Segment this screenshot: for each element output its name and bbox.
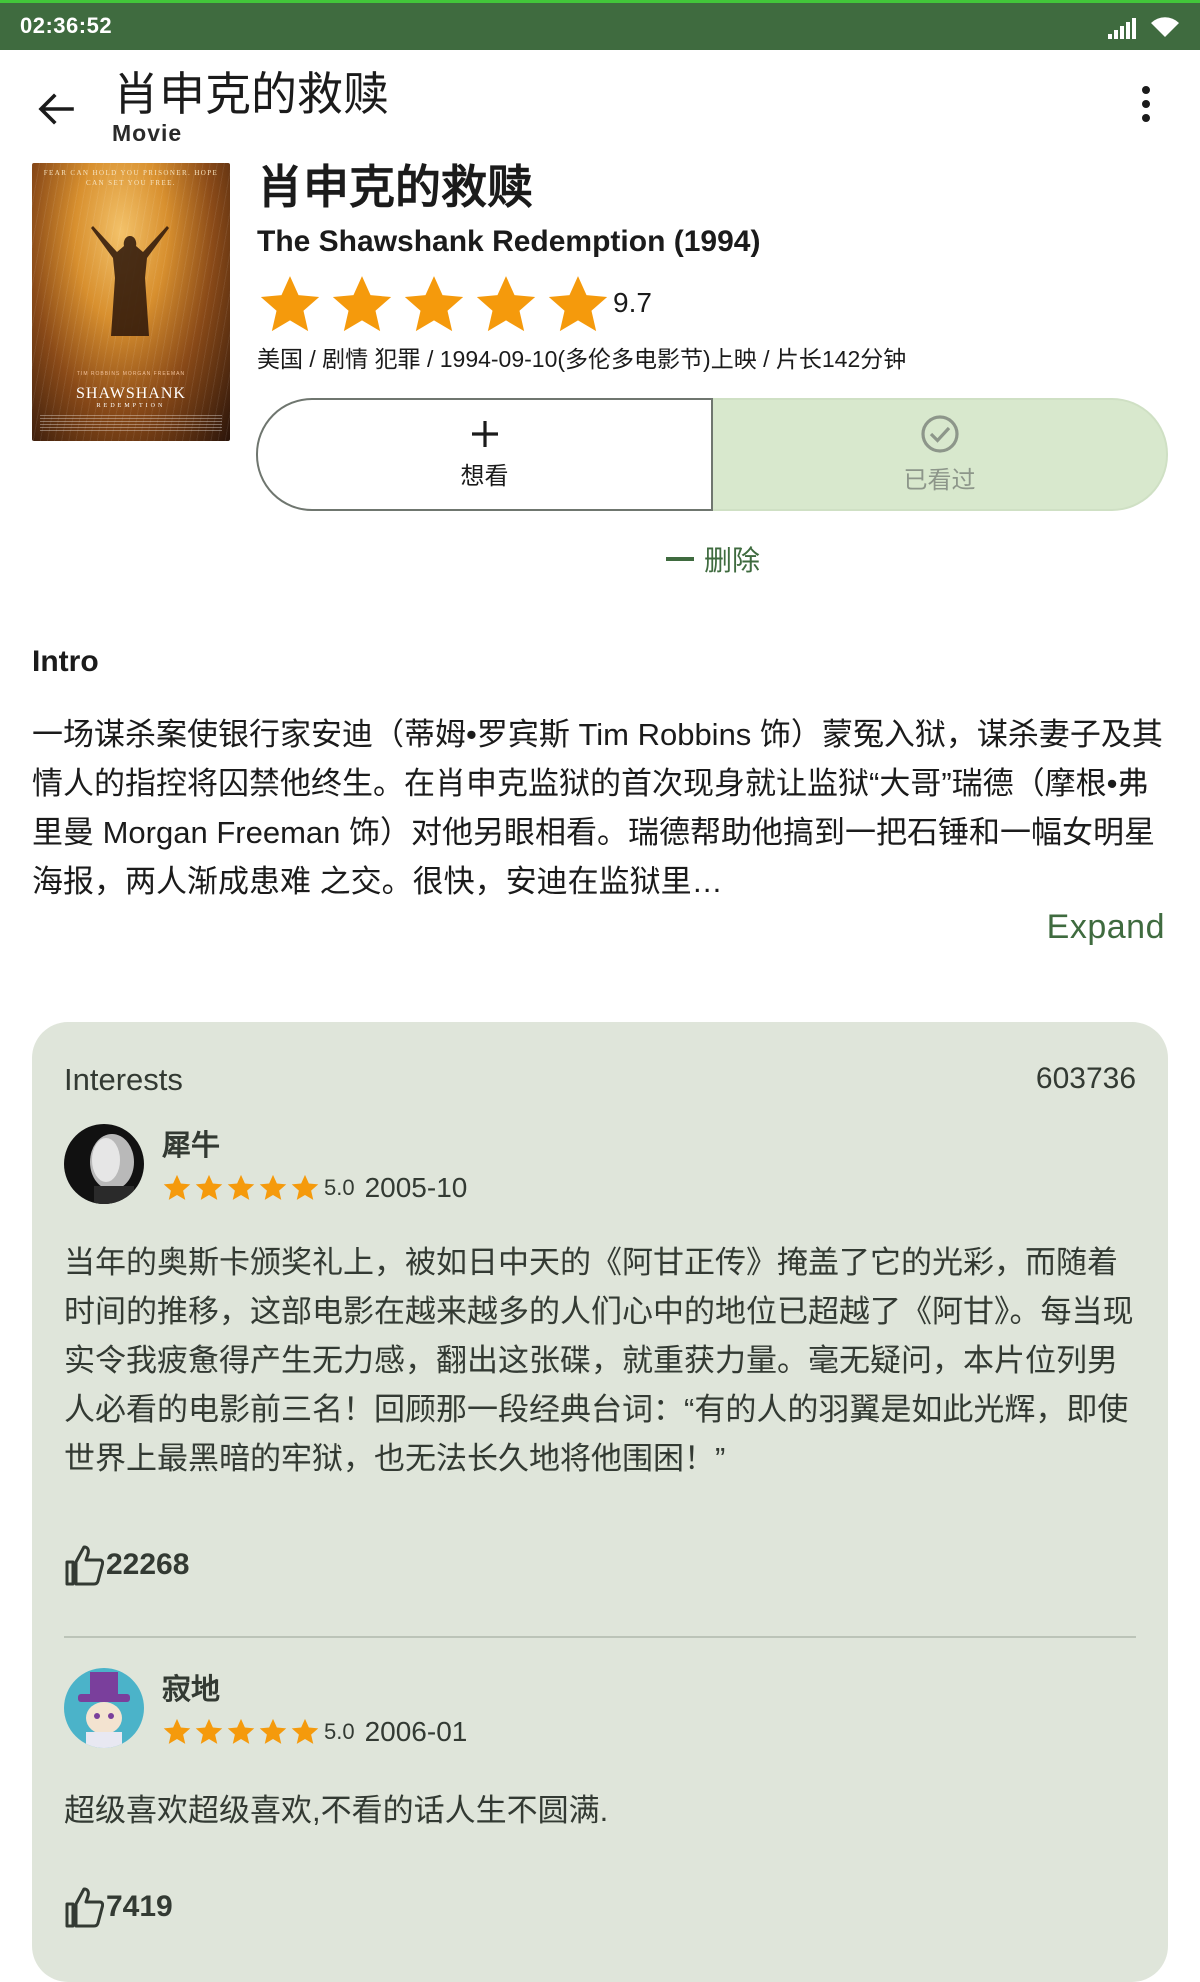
intro-text: 一场谋杀案使银行家安迪（蒂姆•罗宾斯 Tim Robbins 饰）蒙冤入狱，谋杀…: [32, 717, 1163, 899]
like-count: 7419: [106, 1890, 173, 1923]
interests-count: 603736: [1035, 1062, 1136, 1095]
review-divider: [64, 1636, 1136, 1638]
poster-tagline: FEAR CAN HOLD YOU PRISONER. HOPE CAN SET…: [43, 169, 219, 187]
more-options-button[interactable]: [1122, 80, 1170, 128]
review-meta: 5.0 2005-10: [162, 1172, 467, 1204]
reviewer-name: 寂地: [162, 1674, 221, 1706]
star-icon: [259, 1718, 287, 1744]
rating-row: 9.7: [257, 273, 1177, 337]
review-score: 5.0: [324, 1719, 355, 1744]
intro-heading: Intro: [32, 645, 99, 678]
page-title: 肖申克的救赎: [113, 68, 389, 120]
expand-button[interactable]: Expand: [1047, 908, 1165, 947]
avatar[interactable]: [64, 1668, 144, 1748]
review-text: 超级喜欢超级喜欢,不看的话人生不圆满.: [64, 1793, 609, 1828]
star-icon: [291, 1174, 319, 1200]
review-score: 5.0: [324, 1175, 355, 1200]
interests-card: Interests 603736 犀牛 5.0 2005-10 当年的奥斯卡颁奖…: [32, 1022, 1168, 1982]
movie-title-cn: 肖申克的救赎: [257, 161, 533, 213]
arrow-back-icon: [38, 93, 74, 125]
system-icons: [1108, 15, 1180, 39]
star-icon: [195, 1174, 223, 1200]
star-icon: [227, 1174, 255, 1200]
review-date: 2005-10: [364, 1172, 468, 1203]
poster-billing-block: [40, 415, 222, 431]
avatar-image: [64, 1124, 144, 1204]
poster-title: SHAWSHANK: [76, 385, 186, 402]
rating-value: 9.7: [613, 287, 652, 318]
like-count: 22268: [106, 1548, 190, 1581]
check-circle-icon: [920, 415, 959, 453]
status-time: 02:36:52: [20, 13, 113, 38]
plus-icon: [471, 421, 498, 447]
poster-figure: [91, 226, 169, 336]
thumb-up-icon: [65, 1887, 104, 1928]
star-icon: [291, 1718, 319, 1744]
star-icon: [163, 1174, 191, 1200]
like-button[interactable]: 7419: [64, 1886, 173, 1928]
review-date: 2006-01: [364, 1716, 468, 1747]
like-button[interactable]: 22268: [64, 1544, 189, 1586]
watched-label: 已看过: [903, 467, 976, 494]
star-icon: [476, 276, 536, 332]
movie-meta: 美国 / 剧情 犯罪 / 1994-09-10(多伦多电影节)上映 / 片长14…: [257, 346, 907, 372]
movie-info: 肖申克的救赎 The Shawshank Redemption (1994) 9…: [257, 155, 1177, 375]
reviewer-name: 犀牛: [162, 1130, 221, 1162]
page-subtitle: Movie: [112, 120, 183, 146]
want-to-watch-label: 想看: [460, 463, 509, 490]
star-icon: [163, 1718, 191, 1744]
star-icon: [332, 276, 392, 332]
minus-icon: [666, 557, 694, 561]
want-to-watch-button[interactable]: 想看: [256, 398, 713, 511]
star-icon: [259, 1174, 287, 1200]
poster-credits: TIM ROBBINS MORGAN FREEMAN: [76, 371, 186, 377]
avatar[interactable]: [64, 1124, 144, 1204]
wifi-icon: [1151, 17, 1179, 37]
movie-title-en: The Shawshank Redemption (1994): [257, 225, 761, 258]
star-icon: [195, 1718, 223, 1744]
app-bar: 肖申克的救赎 Movie: [0, 50, 1200, 150]
watch-status-toggle: 想看 已看过: [256, 398, 1168, 511]
more-vert-icon: [1142, 86, 1150, 122]
back-button[interactable]: [30, 83, 82, 135]
interests-title: Interests: [64, 1062, 183, 1097]
thumb-up-icon: [65, 1545, 104, 1586]
delete-label: 删除: [704, 545, 761, 576]
star-icon: [548, 276, 608, 332]
star-icon: [227, 1718, 255, 1744]
avatar-image: [64, 1668, 144, 1748]
signal-icon: [1108, 18, 1136, 39]
delete-button[interactable]: 删除: [666, 536, 760, 582]
watched-button[interactable]: 已看过: [713, 398, 1168, 511]
star-icon: [404, 276, 464, 332]
review-text: 当年的奥斯卡颁奖礼上，被如日中天的《阿甘正传》掩盖了它的光彩，而随着时间的推移，…: [64, 1245, 1134, 1476]
status-bar: 02:36:52: [0, 0, 1200, 50]
poster-subtitle: REDEMPTION: [96, 403, 166, 409]
star-icon: [260, 276, 320, 332]
review-meta: 5.0 2006-01: [162, 1716, 467, 1748]
movie-poster[interactable]: FEAR CAN HOLD YOU PRISONER. HOPE CAN SET…: [32, 163, 230, 441]
